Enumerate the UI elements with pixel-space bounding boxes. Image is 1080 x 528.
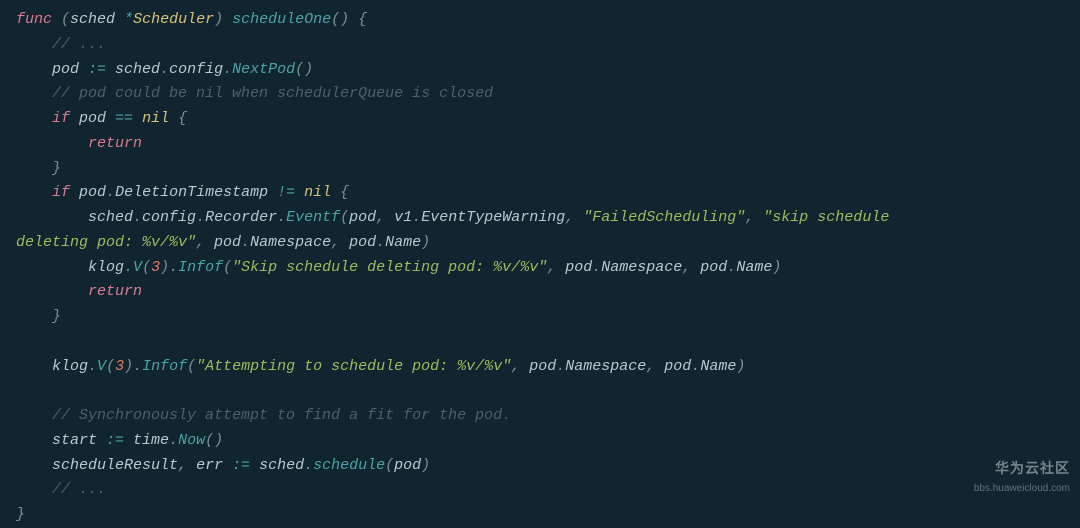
line-9: sched.config.Recorder.Eventf(pod, v1.Eve… — [16, 209, 889, 226]
line-18: // ... — [16, 481, 106, 498]
line-12: return — [16, 283, 142, 300]
line-3: pod := sched.config.NextPod() — [16, 61, 313, 78]
line-6: return — [16, 135, 142, 152]
line-1: func (sched *Scheduler) scheduleOne() { — [16, 11, 367, 28]
watermark: 华为云社区 bbs.huaweicloud.com — [974, 457, 1070, 497]
watermark-title: 华为云社区 — [974, 457, 1070, 480]
line-17: scheduleResult, err := sched.schedule(po… — [16, 457, 430, 474]
line-7: } — [16, 160, 61, 177]
watermark-url: bbs.huaweicloud.com — [974, 481, 1070, 498]
line-13: } — [16, 308, 61, 325]
line-2: // ... — [16, 36, 106, 53]
line-15: // Synchronously attempt to find a fit f… — [16, 407, 511, 424]
line-8: if pod.DeletionTimestamp != nil { — [16, 184, 349, 201]
code-block: func (sched *Scheduler) scheduleOne() { … — [16, 8, 1064, 528]
line-4: // pod could be nil when schedulerQueue … — [16, 85, 493, 102]
line-10: deleting pod: %v/%v", pod.Namespace, pod… — [16, 234, 430, 251]
line-19: } — [16, 506, 25, 523]
line-11: klog.V(3).Infof("Skip schedule deleting … — [16, 259, 781, 276]
line-5: if pod == nil { — [16, 110, 187, 127]
line-16: start := time.Now() — [16, 432, 223, 449]
line-14: klog.V(3).Infof("Attempting to schedule … — [16, 358, 745, 375]
